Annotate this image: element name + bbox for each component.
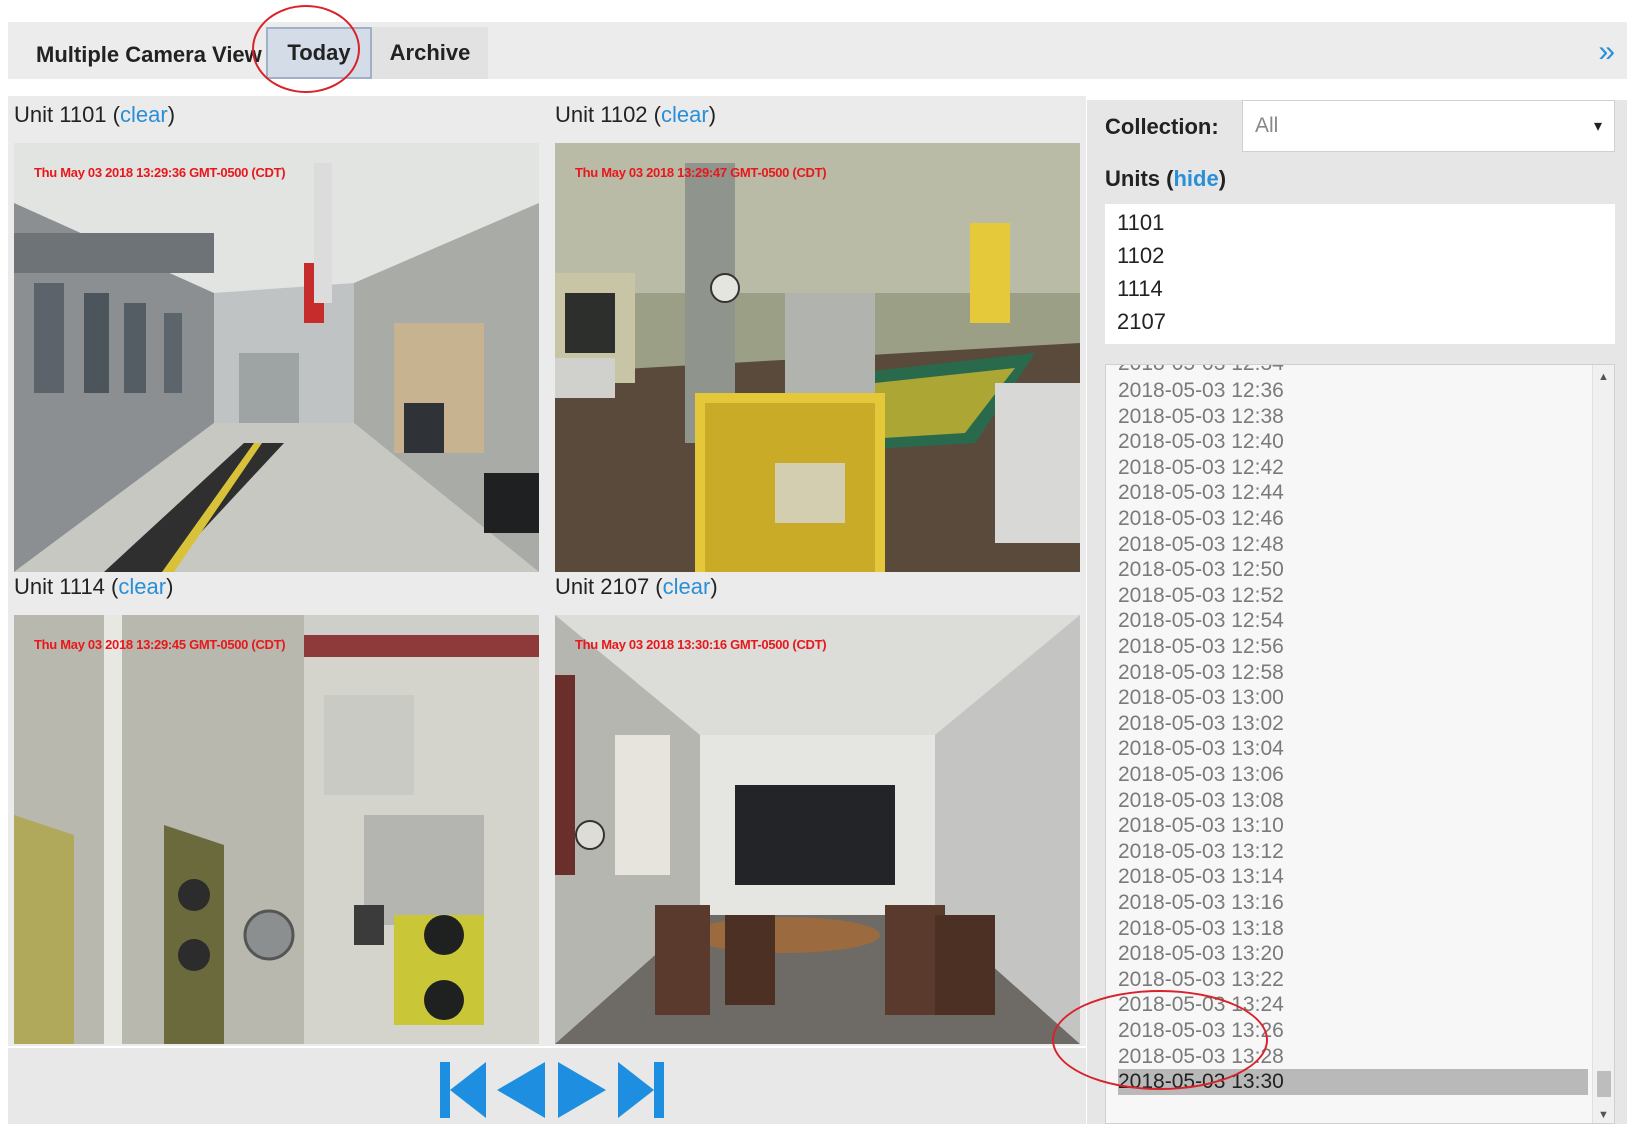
collection-label: Collection: [1105, 114, 1219, 139]
camera-label: Unit 1101 (clear) [14, 102, 176, 127]
time-item[interactable]: 2018-05-03 12:50 [1118, 557, 1588, 583]
time-item[interactable]: 2018-05-03 13:16 [1118, 890, 1588, 916]
page-title: Multiple Camera View [36, 42, 262, 67]
time-item[interactable]: 2018-05-03 13:02 [1118, 711, 1588, 737]
time-item[interactable]: 2018-05-03 13:14 [1118, 864, 1588, 890]
time-item[interactable]: 2018-05-03 13:04 [1118, 736, 1588, 762]
time-item[interactable]: 2018-05-03 13:12 [1118, 839, 1588, 865]
double-chevron-right-icon[interactable]: » [1598, 37, 1615, 67]
camera-2107-scene [555, 615, 1080, 1044]
camera-timestamp: Thu May 03 2018 13:29:47 GMT-0500 (CDT) [575, 165, 827, 180]
playback-controls [8, 1048, 1086, 1124]
time-item[interactable]: 2018-05-03 13:06 [1118, 762, 1588, 788]
camera-tile-1101: Unit 1101 (clear) Thu May 03 2018 13:29:… [14, 102, 539, 574]
time-item[interactable]: 2018-05-03 12:40 [1118, 429, 1588, 455]
units-title: Units [1105, 166, 1160, 191]
time-item[interactable]: 2018-05-03 13:24 [1118, 992, 1588, 1018]
skip-to-start-icon[interactable] [438, 1060, 488, 1120]
collection-value: All [1255, 114, 1279, 137]
side-panel: Collection: All ▾ Units (hide) 1101 1102… [1087, 100, 1627, 1124]
camera-unit-label: Unit 1114 [14, 574, 105, 599]
hide-link[interactable]: hide [1173, 166, 1218, 191]
camera-unit-label: Unit 1102 [555, 102, 648, 127]
skip-to-end-icon[interactable] [616, 1060, 666, 1120]
time-list[interactable]: 2018-05-03 12:34 2018-05-03 12:362018-05… [1105, 364, 1615, 1124]
time-item-selected[interactable]: 2018-05-03 13:30 [1118, 1069, 1588, 1096]
scroll-up-icon[interactable]: ▲ [1598, 371, 1609, 383]
time-item[interactable]: 2018-05-03 13:22 [1118, 967, 1588, 993]
scroll-down-icon[interactable]: ▼ [1598, 1109, 1609, 1121]
camera-1102-scene [555, 143, 1080, 572]
unit-item-1114[interactable]: 1114 [1117, 276, 1163, 302]
step-back-icon[interactable] [495, 1060, 547, 1120]
scrollbar-thumb[interactable] [1597, 1071, 1611, 1097]
step-forward-icon[interactable] [556, 1060, 608, 1120]
time-item[interactable]: 2018-05-03 12:52 [1118, 583, 1588, 609]
clear-link[interactable]: clear [663, 574, 711, 599]
time-item[interactable]: 2018-05-03 12:44 [1118, 480, 1588, 506]
chevron-down-icon: ▾ [1593, 118, 1602, 135]
time-item[interactable]: 2018-05-03 12:58 [1118, 660, 1588, 686]
camera-label: Unit 1102 (clear) [555, 102, 717, 127]
time-item[interactable]: 2018-05-03 12:56 [1118, 634, 1588, 660]
camera-unit-label: Unit 2107 [555, 574, 650, 599]
time-item[interactable]: 2018-05-03 12:42 [1118, 455, 1588, 481]
unit-item-2107[interactable]: 2107 [1117, 309, 1166, 335]
camera-timestamp: Thu May 03 2018 13:29:36 GMT-0500 (CDT) [34, 165, 286, 180]
time-item[interactable]: 2018-05-03 13:26 [1118, 1018, 1588, 1044]
camera-tile-1102: Unit 1102 (clear) Thu May 03 2018 13:29:… [555, 102, 1080, 574]
time-item[interactable]: 2018-05-03 12:34 [1118, 365, 1588, 377]
collection-select[interactable]: All ▾ [1242, 100, 1615, 152]
camera-tile-2107: Unit 2107 (clear) Thu May 03 2018 13:30:… [555, 574, 1080, 1046]
app-window: Multiple Camera View Today Archive » Uni… [0, 0, 1627, 1124]
time-item[interactable]: 2018-05-03 12:48 [1118, 532, 1588, 558]
camera-1101-scene [14, 143, 539, 572]
camera-timestamp: Thu May 03 2018 13:29:45 GMT-0500 (CDT) [34, 637, 286, 652]
unit-item-1101[interactable]: 1101 [1117, 210, 1164, 236]
time-item[interactable]: 2018-05-03 12:46 [1118, 506, 1588, 532]
camera-image[interactable]: Thu May 03 2018 13:30:16 GMT-0500 (CDT) [555, 615, 1080, 1044]
time-item[interactable]: 2018-05-03 12:36 [1118, 378, 1588, 404]
camera-grid: Unit 1101 (clear) Thu May 03 2018 13:29:… [8, 96, 1086, 1046]
time-item[interactable]: 2018-05-03 13:00 [1118, 685, 1588, 711]
clear-link[interactable]: clear [661, 102, 709, 127]
time-item[interactable]: 2018-05-03 13:20 [1118, 941, 1588, 967]
time-item[interactable]: 2018-05-03 13:18 [1118, 916, 1588, 942]
time-item[interactable]: 2018-05-03 13:28 [1118, 1044, 1588, 1070]
units-label: Units (hide) [1105, 166, 1227, 191]
tab-archive[interactable]: Archive [372, 27, 488, 79]
camera-image[interactable]: Thu May 03 2018 13:29:45 GMT-0500 (CDT) [14, 615, 539, 1044]
camera-image[interactable]: Thu May 03 2018 13:29:47 GMT-0500 (CDT) [555, 143, 1080, 572]
camera-tile-1114: Unit 1114 (clear) Thu May 03 2018 13:29:… [14, 574, 539, 1046]
camera-label: Unit 1114 (clear) [14, 574, 174, 599]
tab-today[interactable]: Today [266, 27, 372, 79]
camera-label: Unit 2107 (clear) [555, 574, 718, 599]
time-item[interactable]: 2018-05-03 12:54 [1118, 608, 1588, 634]
camera-timestamp: Thu May 03 2018 13:30:16 GMT-0500 (CDT) [575, 637, 827, 652]
units-list[interactable]: 1101 1102 1114 2107 [1105, 204, 1615, 344]
time-item[interactable]: 2018-05-03 12:38 [1118, 404, 1588, 430]
clear-link[interactable]: clear [118, 574, 166, 599]
camera-unit-label: Unit 1101 [14, 102, 107, 127]
top-bar: Multiple Camera View Today Archive » [8, 22, 1627, 79]
unit-item-1102[interactable]: 1102 [1117, 243, 1164, 269]
camera-1114-scene [14, 615, 539, 1044]
camera-image[interactable]: Thu May 03 2018 13:29:36 GMT-0500 (CDT) [14, 143, 539, 572]
clear-link[interactable]: clear [120, 102, 168, 127]
time-item[interactable]: 2018-05-03 13:08 [1118, 788, 1588, 814]
scrollbar[interactable]: ▲ ▼ [1592, 365, 1614, 1123]
time-item[interactable]: 2018-05-03 13:10 [1118, 813, 1588, 839]
